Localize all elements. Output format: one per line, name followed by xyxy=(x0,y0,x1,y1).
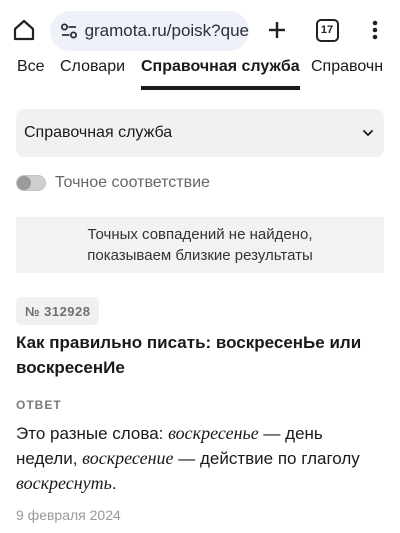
answer-word-2: воскресение xyxy=(82,448,174,468)
answer-date: 9 февраля 2024 xyxy=(16,507,121,523)
question-title[interactable]: Как правильно писать: воскресенЬе или во… xyxy=(16,330,386,380)
section-select[interactable]: Справочная служба xyxy=(16,109,384,157)
address-bar[interactable]: gramota.ru/poisk?que xyxy=(50,11,249,51)
exact-match-label: Точное соответствие xyxy=(55,174,210,191)
home-button[interactable] xyxy=(6,12,42,48)
answer-word-3: воскреснуть xyxy=(16,473,112,493)
no-exact-match-notice: Точных совпадений не найдено, показываем… xyxy=(16,217,384,273)
toggle-knob xyxy=(17,176,31,190)
tabs-icon: 17 xyxy=(315,18,339,42)
category-tabs: Все Словари Справочная служба Справочн xyxy=(0,56,400,92)
new-tab-button[interactable] xyxy=(260,13,294,47)
chevron-down-icon xyxy=(363,130,373,136)
plus-icon xyxy=(269,22,285,38)
tab-dictionaries[interactable]: Словари xyxy=(60,56,125,92)
answer-text: Это разные слова: воскресенье — день нед… xyxy=(16,423,360,493)
browser-menu-button[interactable] xyxy=(360,13,390,47)
exact-match-toggle[interactable] xyxy=(16,175,46,191)
home-icon xyxy=(13,19,35,41)
answer-label: ОТВЕТ xyxy=(16,398,62,412)
site-settings-icon[interactable] xyxy=(58,18,81,44)
url-text: gramota.ru/poisk?que xyxy=(84,21,249,40)
more-vert-icon xyxy=(372,20,378,40)
notice-line-1: Точных совпадений не найдено, xyxy=(87,226,313,243)
question-number-badge: № 312928 xyxy=(16,297,100,325)
tab-reference[interactable]: Справочн xyxy=(311,56,383,92)
section-select-value: Справочная служба xyxy=(24,124,173,141)
browser-toolbar: gramota.ru/poisk?que 17 xyxy=(0,0,400,56)
exact-match-row[interactable]: Точное соответствие xyxy=(16,172,210,194)
answer-word-1: воскресенье xyxy=(168,423,259,443)
tab-help-service[interactable]: Справочная служба xyxy=(141,56,300,92)
notice-line-2: показываем близкие результаты xyxy=(87,247,313,264)
tab-all[interactable]: Все xyxy=(17,56,45,92)
tab-switcher-button[interactable]: 17 xyxy=(310,13,344,47)
